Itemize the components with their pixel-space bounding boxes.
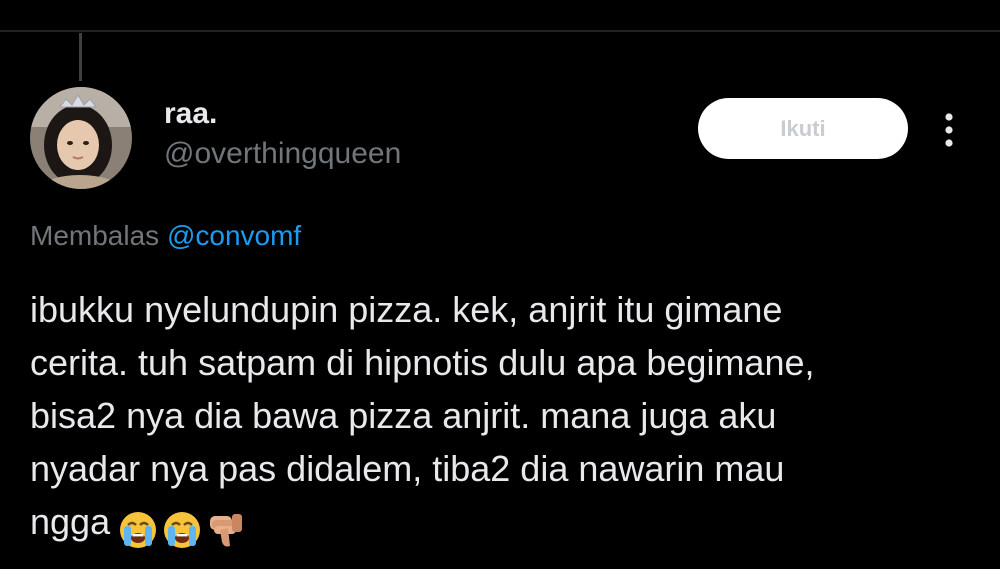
top-divider — [0, 30, 1000, 32]
avatar-photo — [30, 87, 132, 189]
thread-connector-line — [79, 33, 82, 81]
reply-mention-link[interactable]: @convomf — [167, 220, 301, 251]
tweet-text-line-last: ngga — [30, 495, 970, 554]
tweet-text-line: nyadar nya pas didalem, tiba2 dia nawari… — [30, 448, 785, 489]
reply-label: Membalas — [30, 220, 160, 251]
vertical-ellipsis-icon — [945, 113, 953, 147]
user-handle[interactable]: @overthingqueen — [164, 137, 401, 171]
avatar[interactable] — [30, 87, 132, 189]
tweet-text-line: ibukku nyelundupin pizza. kek, anjrit it… — [30, 289, 783, 330]
tweet-text: ibukku nyelundupin pizza. kek, anjrit it… — [30, 283, 970, 554]
tweet-text-line: cerita. tuh satpam di hipnotis dulu apa … — [30, 342, 815, 383]
loudly-crying-face-icon — [164, 512, 201, 549]
tweet-text-line: bisa2 nya dia bawa pizza anjrit. mana ju… — [30, 395, 777, 436]
more-options-button[interactable] — [934, 110, 964, 150]
reply-context: Membalas @convomf — [30, 220, 301, 252]
display-name[interactable]: raa. — [164, 97, 217, 131]
thumbs-down-icon — [210, 514, 243, 547]
emoji-group — [118, 501, 250, 554]
follow-button[interactable]: Ikuti — [698, 98, 908, 159]
loudly-crying-face-icon — [120, 512, 157, 549]
tweet-text-line: ngga — [30, 501, 111, 542]
